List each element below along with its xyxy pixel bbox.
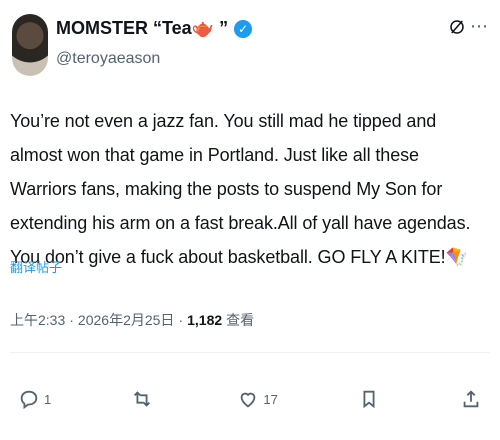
bookmark-icon [363, 390, 375, 409]
view-count: 1,182 [187, 312, 223, 328]
heart-icon [241, 392, 256, 408]
reply-icon [20, 390, 38, 410]
meta-separator: · [178, 312, 184, 328]
tweet-time[interactable]: 上午2:33 [10, 310, 65, 330]
user-handle[interactable]: @teroyaeason [56, 50, 160, 68]
action-bar: 1 17 [0, 384, 500, 414]
view-label: 查看 [226, 312, 255, 328]
meta-separator: · [69, 312, 74, 328]
reply-button[interactable]: 1 [18, 384, 51, 414]
bookmark-button[interactable] [358, 384, 380, 414]
verified-badge-icon: ✓ [234, 19, 253, 38]
like-count: 17 [263, 391, 278, 407]
reply-count: 1 [44, 391, 52, 407]
like-button[interactable]: 17 [237, 384, 278, 414]
repost-icon [134, 391, 151, 407]
repost-button[interactable] [131, 384, 157, 414]
tweet-date[interactable]: 2026年2月25日 [78, 310, 175, 330]
divider [10, 352, 490, 353]
display-name[interactable]: MOMSTER “Tea🫖 ” [56, 18, 228, 39]
translate-post-link[interactable]: 翻译帖子 [10, 257, 62, 276]
more-options-icon[interactable]: ⋯ [470, 16, 488, 37]
tweet-meta: 上午2:33 · 2026年2月25日 · 1,182 查看 [10, 310, 254, 330]
avatar[interactable] [12, 14, 48, 76]
share-button[interactable] [460, 384, 482, 414]
user-name-row: MOMSTER “Tea🫖 ” ✓ [56, 18, 253, 39]
grok-icon[interactable] [448, 18, 466, 36]
tweet-text: You’re not even a jazz fan. You still ma… [10, 111, 471, 267]
share-icon [463, 390, 479, 408]
